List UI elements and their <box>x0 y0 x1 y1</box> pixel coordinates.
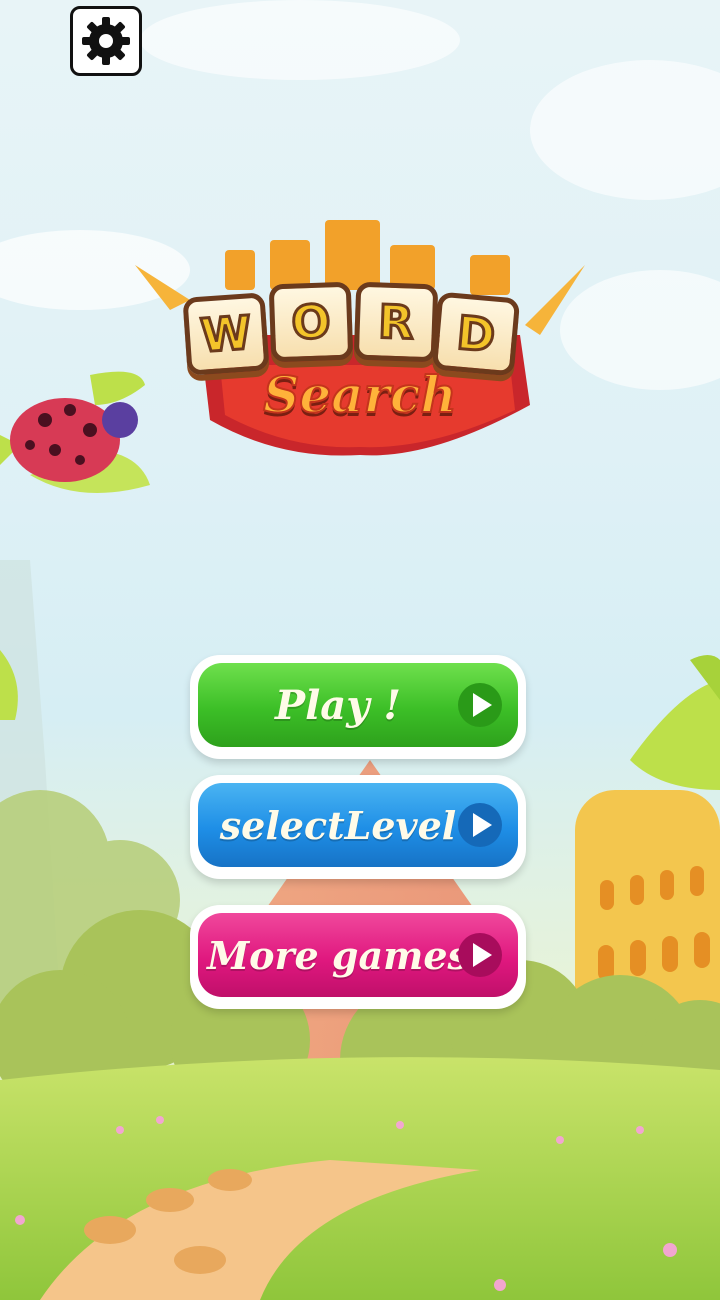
settings-button[interactable] <box>70 6 142 76</box>
background-scene <box>0 0 720 1300</box>
play-button[interactable]: Play ! <box>190 655 526 759</box>
logo-tile-w: W <box>182 292 270 376</box>
select-level-button-face: selectLevel <box>198 783 518 867</box>
logo-tile-o: O <box>268 281 354 363</box>
game-logo: W O R D Search <box>130 215 590 460</box>
more-games-button[interactable]: More games <box>190 905 526 1009</box>
gear-icon <box>82 17 130 65</box>
play-arrow-icon <box>458 683 502 727</box>
more-games-button-face: More games <box>198 913 518 997</box>
game-screen: W O R D Search Play ! selectLevel More g… <box>0 0 720 1300</box>
logo-subtitle: Search <box>262 364 457 425</box>
select-level-arrow-icon <box>458 803 502 847</box>
select-level-button[interactable]: selectLevel <box>190 775 526 879</box>
play-button-face: Play ! <box>198 663 518 747</box>
logo-tile-r: R <box>353 281 439 363</box>
logo-tile-d: D <box>431 291 521 377</box>
more-games-arrow-icon <box>458 933 502 977</box>
